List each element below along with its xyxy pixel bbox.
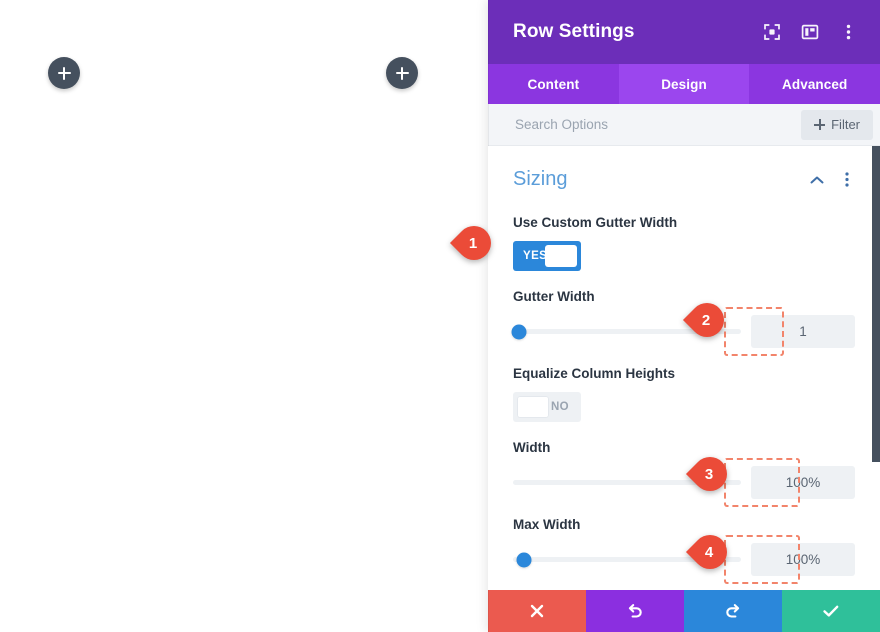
- cancel-button[interactable]: [488, 590, 586, 632]
- scrollbar-thumb[interactable]: [872, 146, 880, 462]
- more-vertical-icon[interactable]: [839, 172, 855, 188]
- annotation-pin-4: 4: [685, 527, 735, 577]
- use-custom-gutter-width-toggle[interactable]: YES: [513, 241, 581, 271]
- save-button[interactable]: [782, 590, 880, 632]
- panel-body: Sizing Use Custom Gutter Width YES Gutte…: [488, 146, 880, 590]
- field-value: 100%: [785, 552, 821, 567]
- toggle-state-label: YES: [523, 250, 548, 262]
- section-title: Sizing: [513, 168, 568, 190]
- panel-footer: [488, 590, 880, 632]
- option-use-custom-gutter-width: Use Custom Gutter Width YES: [513, 197, 855, 271]
- search-bar: Filter: [488, 104, 880, 146]
- width-field[interactable]: 100%: [724, 458, 855, 507]
- annotation-number: 2: [701, 311, 711, 329]
- option-label: Max Width: [513, 517, 581, 532]
- layout-panel-icon[interactable]: [800, 22, 820, 42]
- field-value: 100%: [785, 475, 821, 490]
- tab-advanced[interactable]: Advanced: [749, 64, 880, 104]
- annotation-number: 1: [468, 234, 478, 252]
- panel-header: Row Settings: [488, 0, 880, 64]
- option-gutter-width: Gutter Width 1: [511, 271, 855, 356]
- panel-scrollbar[interactable]: [872, 146, 880, 590]
- header-icon-group: [762, 22, 858, 42]
- filter-button-label: Filter: [831, 117, 860, 132]
- row-settings-panel: Row Settings Content Design Advanced Sea…: [488, 0, 880, 632]
- option-width: Width 100%: [513, 422, 855, 507]
- expand-icon[interactable]: [762, 22, 782, 42]
- annotation-number: 3: [704, 465, 714, 483]
- close-icon: [530, 604, 544, 618]
- panel-tabs: Content Design Advanced: [488, 64, 880, 104]
- slider-knob[interactable]: [516, 552, 532, 567]
- add-row-left-button[interactable]: [48, 57, 80, 89]
- search-input[interactable]: [513, 116, 802, 133]
- check-icon: [823, 605, 839, 617]
- annotation-pin-1: 1: [449, 218, 499, 268]
- option-label: Use Custom Gutter Width: [513, 215, 678, 230]
- builder-canvas: [0, 0, 488, 632]
- chevron-up-icon[interactable]: [809, 172, 825, 188]
- more-vertical-icon[interactable]: [838, 22, 858, 42]
- tab-content[interactable]: Content: [488, 64, 619, 104]
- slider-knob[interactable]: [511, 324, 527, 339]
- sizing-section-header: Sizing: [513, 146, 855, 197]
- undo-icon: [628, 604, 642, 618]
- redo-button[interactable]: [684, 590, 782, 632]
- add-row-right-button[interactable]: [386, 57, 418, 89]
- annotation-number: 4: [704, 543, 714, 561]
- option-label: Gutter Width: [513, 289, 595, 304]
- plus-icon: [814, 119, 826, 130]
- plus-icon: [395, 66, 409, 80]
- redo-icon: [726, 604, 740, 618]
- equalize-column-heights-toggle[interactable]: NO: [513, 392, 581, 422]
- width-slider-row: 100%: [513, 458, 855, 507]
- toggle-knob: [545, 245, 577, 267]
- toggle-knob: [517, 396, 549, 418]
- max-width-slider-row: 100%: [513, 535, 855, 584]
- annotation-pin-2: 2: [682, 295, 732, 345]
- screen: Row Settings Content Design Advanced Sea…: [0, 0, 880, 632]
- field-value: 1: [799, 324, 807, 339]
- option-max-width: Max Width 100%: [513, 499, 855, 584]
- section-tools: [809, 172, 855, 188]
- filter-button[interactable]: Filter: [801, 109, 873, 140]
- tab-design[interactable]: Design: [618, 64, 750, 104]
- option-label: Equalize Column Heights: [513, 366, 676, 381]
- page-title: Row Settings: [513, 21, 635, 42]
- option-equalize-column-heights: Equalize Column Heights NO: [513, 348, 855, 422]
- gutter-width-field[interactable]: 1: [724, 307, 855, 356]
- toggle-state-label: NO: [550, 401, 569, 413]
- max-width-field[interactable]: 100%: [724, 535, 855, 584]
- undo-button[interactable]: [586, 590, 684, 632]
- option-label: Width: [513, 440, 551, 455]
- plus-icon: [57, 66, 71, 80]
- annotation-pin-3: 3: [685, 449, 735, 499]
